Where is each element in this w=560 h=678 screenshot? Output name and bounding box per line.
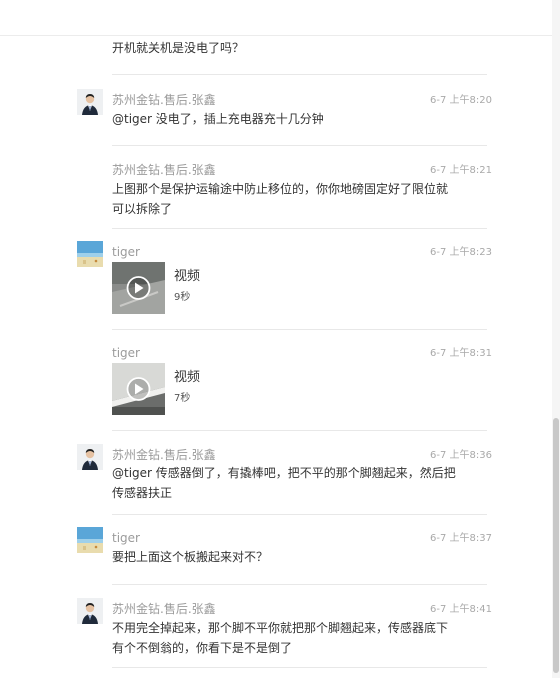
beach-scene-avatar[interactable]: [77, 241, 103, 267]
message-text-line: 不用完全掉起来，那个脚不平你就把那个脚翘起来，传感器底下: [112, 621, 449, 635]
video-thumbnail[interactable]: [112, 262, 165, 314]
message-time: 6-7 上午8:20: [430, 95, 492, 106]
scrollbar-thumb[interactable]: [553, 418, 559, 673]
play-icon: [126, 276, 151, 300]
video-duration: 7秒: [174, 393, 191, 404]
message-divider: [112, 667, 487, 668]
message-divider: [112, 329, 487, 330]
message-divider: [112, 74, 487, 75]
person-in-suit-avatar[interactable]: [77, 598, 103, 624]
message-divider: [112, 430, 487, 431]
message-text-line: @tiger 传感器倒了，有撬棒吧，把不平的那个脚翘起来，然后把: [112, 466, 456, 480]
message-divider: [112, 584, 487, 585]
sender-name[interactable]: tiger: [112, 346, 140, 360]
message-time: 6-7 上午8:41: [430, 604, 492, 615]
video-label: 视频: [174, 370, 201, 385]
sender-name[interactable]: 苏州金钻.售后.张鑫: [112, 446, 216, 463]
message-text: 上图那个是保护运输途中防止移位的，你你地磅固定好了限位就 可以拆除了: [112, 179, 472, 219]
message-time: 6-7 上午8:36: [430, 450, 492, 461]
sender-name[interactable]: tiger: [112, 531, 140, 545]
message-time: 6-7 上午8:37: [430, 533, 492, 544]
message-text-line: 可以拆除了: [112, 202, 173, 216]
person-in-suit-avatar[interactable]: [77, 444, 103, 470]
beach-scene-avatar[interactable]: [77, 527, 103, 553]
message-text-line: 有个不倒翁的，你看下是不是倒了: [112, 641, 293, 655]
sender-name[interactable]: 苏州金钻.售后.张鑫: [112, 600, 216, 617]
play-icon: [126, 377, 151, 401]
sender-name[interactable]: 苏州金钻.售后.张鑫: [112, 161, 216, 178]
message-divider: [112, 145, 487, 146]
message-text: @tiger 传感器倒了，有撬棒吧，把不平的那个脚翘起来，然后把 传感器扶正: [112, 463, 472, 503]
message-time: 6-7 上午8:31: [430, 348, 492, 359]
person-in-suit-avatar[interactable]: [77, 89, 103, 115]
video-label: 视频: [174, 269, 201, 284]
video-thumbnail[interactable]: [112, 363, 165, 415]
sender-name[interactable]: tiger: [112, 245, 140, 259]
message-text: 要把上面这个板搬起来对不？: [112, 550, 269, 564]
video-duration: 9秒: [174, 292, 191, 303]
message-text: 不用完全掉起来，那个脚不平你就把那个脚翘起来，传感器底下 有个不倒翁的，你看下是…: [112, 618, 472, 658]
top-divider: [0, 35, 560, 36]
message-text-line: 传感器扶正: [112, 486, 173, 500]
message-text-line: 上图那个是保护运输途中防止移位的，你你地磅固定好了限位就: [112, 182, 449, 196]
message-text: 开机就关机是没电了吗？: [112, 41, 245, 55]
message-divider: [112, 228, 487, 229]
message-text: @tiger 没电了，插上充电器充十几分钟: [112, 112, 324, 126]
message-time: 6-7 上午8:21: [430, 165, 492, 176]
message-divider: [112, 514, 487, 515]
sender-name[interactable]: 苏州金钻.售后.张鑫: [112, 91, 216, 108]
message-time: 6-7 上午8:23: [430, 247, 492, 258]
